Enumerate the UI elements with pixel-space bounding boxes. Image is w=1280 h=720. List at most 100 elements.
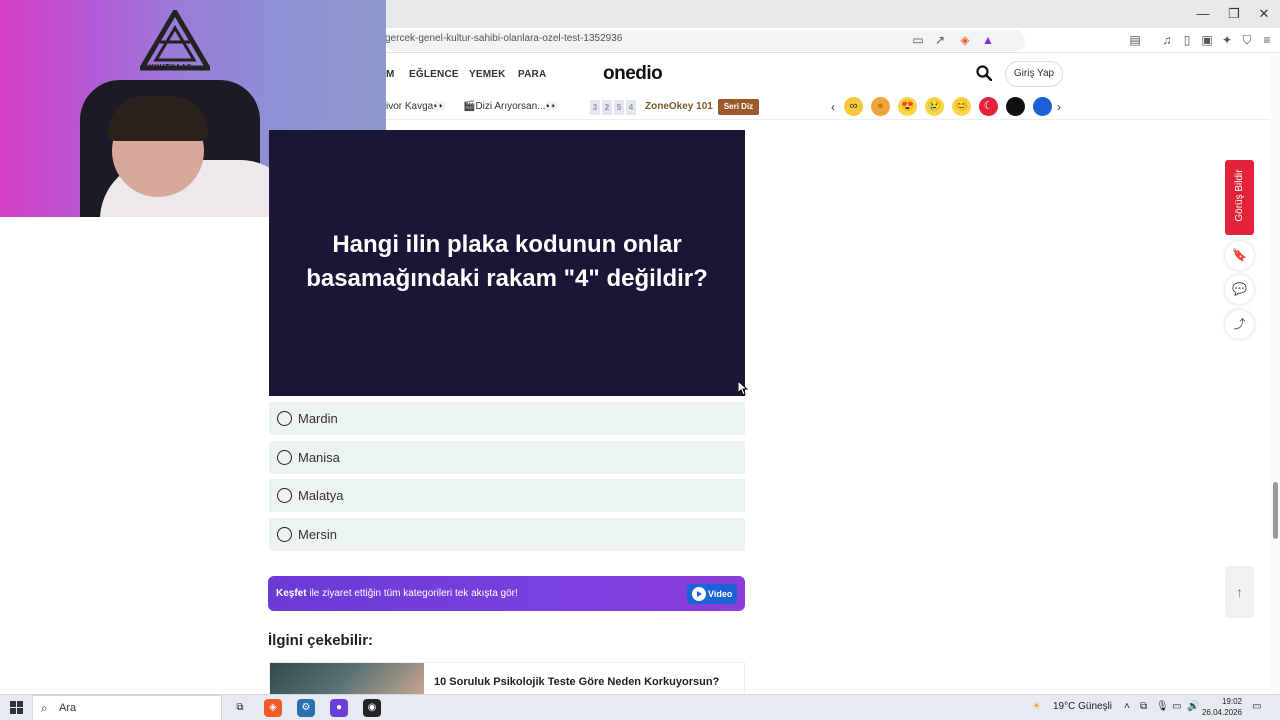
vpn-icon[interactable]: ⛉ — [1239, 32, 1255, 48]
windows-start-icon[interactable] — [10, 701, 23, 714]
task-view-icon[interactable]: ⧉ — [231, 699, 249, 717]
comments-icon[interactable]: 💬 — [1225, 275, 1254, 304]
reader-icon[interactable]: ▤ — [1127, 32, 1143, 48]
brave-shield-icon[interactable]: ◈ — [957, 32, 973, 48]
zone-okey-label[interactable]: ZoneOkey 101 — [645, 101, 713, 112]
reaction-heart-eyes[interactable]: 😍 — [898, 97, 917, 116]
scroll-to-top-button[interactable]: ↑ — [1225, 566, 1254, 618]
zone-tile: 4 — [626, 100, 636, 115]
reaction-black[interactable]: ● — [1006, 97, 1025, 116]
cast-icon[interactable]: ▭ — [910, 32, 926, 48]
brave-browser-icon[interactable]: ◈ — [264, 699, 282, 717]
kesfet-text: Keşfet ile ziyaret ettiğin tüm kategoril… — [276, 588, 518, 599]
kesfet-banner[interactable]: Keşfet ile ziyaret ettiğin tüm kategoril… — [268, 576, 745, 611]
radio-icon — [277, 488, 292, 503]
nav-item-partial[interactable]: M — [386, 69, 395, 80]
tray-chevron-icon[interactable]: ˄ — [1124, 701, 1130, 712]
option-label: Malatya — [298, 488, 344, 503]
weather-text[interactable]: 19°C Güneşli — [1053, 701, 1112, 712]
page-scrollbar[interactable] — [1271, 54, 1280, 694]
subnav-item-dizi[interactable]: 🎬Dizi Arıyorsan...👀 — [463, 101, 558, 112]
share-icon[interactable]: ↗ — [932, 32, 948, 48]
subnav-item-kavga[interactable]: ivor Kavga👀 — [386, 101, 446, 112]
music-icon[interactable]: ♫ — [1159, 32, 1175, 48]
search-icon[interactable] — [976, 65, 992, 81]
minimize-button[interactable]: — — [1188, 4, 1218, 24]
tray-app-icon[interactable]: ⧉ — [1140, 701, 1147, 712]
app-icon-2[interactable]: ● — [330, 699, 348, 717]
nav-item-para[interactable]: PARA — [518, 69, 546, 80]
zone-tile: 3 — [590, 100, 600, 115]
seri-diz-button[interactable]: Seri Diz — [718, 99, 759, 115]
question-text: Hangi ilin plaka kodunun onlar basamağın… — [306, 231, 708, 292]
reaction-crying[interactable]: 😢 — [925, 97, 944, 116]
zone-okey-tiles[interactable]: 3 2 5 4 — [590, 100, 636, 115]
share-page-icon[interactable]: ⤴ — [1225, 310, 1254, 339]
reaction-infinity[interactable]: ∞ — [844, 97, 863, 116]
reaction-turkey[interactable]: ☾ — [979, 97, 998, 116]
chevron-right-icon[interactable]: › — [1057, 100, 1061, 114]
answer-option-mardin[interactable]: Mardin — [269, 402, 745, 435]
option-label: Manisa — [298, 450, 340, 465]
sidebar-icon[interactable]: ▯ — [1179, 32, 1195, 48]
menu-icon[interactable]: ≡ — [1259, 32, 1275, 48]
taskbar-search[interactable]: ⌕ Ara — [32, 695, 222, 720]
reaction-bear[interactable]: ● — [871, 97, 890, 116]
reaction-smile[interactable]: 😊 — [952, 97, 971, 116]
answer-option-malatya[interactable]: Malatya — [269, 479, 745, 512]
streamer-hair — [108, 96, 208, 141]
reaction-blue[interactable]: ● — [1033, 97, 1052, 116]
taskbar-search-label: Ara — [59, 702, 77, 714]
kesfet-bold: Keşfet — [276, 588, 307, 599]
rewards-icon[interactable]: ▲ — [980, 32, 996, 48]
kesfet-body: ile ziyaret ettiğin tüm kategorileri tek… — [306, 588, 518, 599]
chevron-left-icon[interactable]: ‹ — [831, 100, 835, 114]
radio-icon — [277, 411, 292, 426]
radio-icon — [277, 450, 292, 465]
recommend-card[interactable]: 10 Soruluk Psikolojik Teste Göre Neden K… — [269, 662, 745, 694]
zone-tile: 5 — [614, 100, 624, 115]
mouse-cursor-icon — [738, 381, 748, 396]
option-label: Mersin — [298, 527, 338, 542]
nav-item-yemek[interactable]: YEMEK — [469, 69, 506, 80]
address-bar[interactable]: gercek-genel-kultur-sahibi-olanlara-ozel… — [385, 30, 1025, 51]
zone-tile: 2 — [602, 100, 612, 115]
page-scrollbar-thumb[interactable] — [1273, 482, 1278, 539]
app-icon-1[interactable]: ⚙ — [297, 699, 315, 717]
answer-option-mersin[interactable]: Mersin — [269, 518, 745, 551]
weather-icon[interactable]: ☀ — [1032, 701, 1041, 712]
feedback-button[interactable]: Görüş Bildir — [1225, 160, 1254, 235]
answer-option-manisa[interactable]: Manisa — [269, 441, 745, 474]
bookmark-icon[interactable]: 🔖 — [1225, 241, 1254, 270]
site-logo[interactable]: onedio — [603, 63, 663, 85]
app-icon-3[interactable]: ◉ — [363, 699, 381, 717]
microphone-icon[interactable]: 🎙 — [1156, 701, 1169, 712]
streamer-logo-text: AYKUTKAAS — [144, 64, 192, 71]
restore-button[interactable]: ❐ — [1219, 4, 1249, 24]
reaction-row: ∞ ● 😍 😢 😊 ☾ ● ● — [844, 97, 1052, 116]
radio-icon — [277, 527, 292, 542]
question-card: Hangi ilin plaka kodunun onlar basamağın… — [269, 130, 745, 396]
recommend-thumbnail — [270, 663, 424, 694]
wallet-icon[interactable]: ▣ — [1199, 32, 1215, 48]
clock-date: 26.04.2026 — [1201, 708, 1242, 717]
video-button[interactable]: Video — [687, 584, 737, 604]
notification-icon[interactable]: ▭ — [1252, 701, 1261, 712]
recommend-title: 10 Soruluk Psikolojik Teste Göre Neden K… — [434, 676, 720, 688]
clock-time: 19:02 — [1221, 697, 1242, 706]
search-icon: ⌕ — [41, 701, 48, 715]
play-icon — [692, 587, 706, 601]
ai-icon[interactable]: ✦ — [1219, 32, 1235, 48]
login-button[interactable]: Giriş Yap — [1005, 61, 1063, 87]
option-label: Mardin — [298, 411, 338, 426]
close-window-button[interactable]: ✕ — [1249, 4, 1279, 24]
streamer-logo-icon — [140, 10, 210, 71]
volume-icon[interactable]: 🔊 — [1187, 701, 1199, 712]
url-text: gercek-genel-kultur-sahibi-olanlara-ozel… — [385, 33, 623, 44]
system-clock[interactable]: 19:02 26.04.2026 — [1200, 696, 1242, 718]
network-icon[interactable]: ▭ — [1172, 701, 1181, 712]
feedback-label: Görüş Bildir — [1234, 169, 1245, 222]
windows-taskbar: ⌕ Ara ⧉ ◈ ⚙ ● ◉ ☀ 19°C Güneşli ˄ ⧉ 🎙 ▭ 🔊… — [0, 694, 1280, 720]
nav-item-eglence[interactable]: EĞLENCE — [409, 69, 459, 80]
video-label: Video — [708, 589, 733, 599]
